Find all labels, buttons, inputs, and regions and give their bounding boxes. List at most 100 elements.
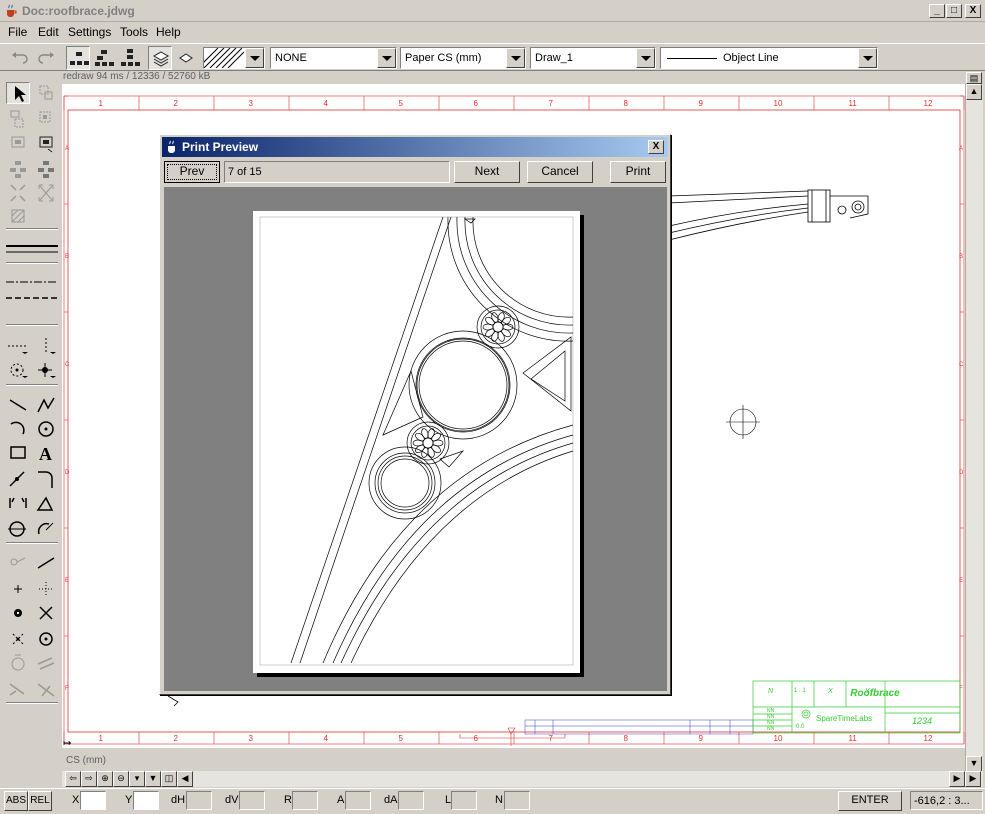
enter-button[interactable]: ENTER (838, 791, 902, 811)
break-tool[interactable] (6, 492, 30, 514)
redo-button[interactable] (34, 46, 58, 70)
scroll-down-button[interactable]: ▼ (966, 756, 982, 772)
rectangle-tool[interactable] (6, 442, 30, 464)
offset-tool[interactable] (6, 518, 30, 540)
dv-input[interactable] (239, 791, 265, 810)
a-input[interactable] (345, 791, 371, 810)
scroll-right-button[interactable]: ▶ (949, 771, 965, 787)
scroll-left-button[interactable]: ◀ (177, 771, 193, 787)
chamfer-tool[interactable] (34, 492, 58, 514)
node-snap-tool[interactable] (6, 602, 30, 624)
l-input[interactable] (451, 791, 477, 810)
fillet-tool[interactable] (34, 468, 58, 490)
r-input[interactable] (292, 791, 318, 810)
zoom-in-icon[interactable]: ⊕ (97, 771, 113, 787)
insert-block-tool[interactable] (34, 132, 58, 154)
chevron-down-icon[interactable] (245, 48, 264, 68)
split-view-icon[interactable]: ◫ (161, 771, 177, 787)
shrink-tool[interactable] (6, 182, 30, 204)
block-tool[interactable] (6, 132, 30, 154)
zoom-menu-icon[interactable]: ▾ (129, 771, 145, 787)
chevron-down-icon[interactable] (858, 48, 877, 68)
zoom-dropdown-icon[interactable]: ▼ (145, 771, 161, 787)
hierarchy-tool[interactable] (6, 158, 30, 180)
abs-button[interactable]: ABS (4, 791, 28, 811)
ray-tool[interactable] (34, 552, 58, 574)
center-snap-tool[interactable] (34, 628, 58, 650)
horizontal-scrollbar[interactable]: ⇦ ⇨ ⊕ ⊖ ▾ ▼ ◫ ◀ ▶ ▶ (62, 771, 983, 787)
polyline-tool[interactable] (34, 394, 58, 416)
maximize-button[interactable]: □ (946, 4, 962, 18)
split-icon[interactable]: ▤ (966, 72, 982, 84)
ruler-bottom-label: 3 (249, 734, 254, 743)
tool-palette: A (0, 72, 62, 712)
chevron-down-icon[interactable] (377, 48, 396, 68)
perpendicular-snap-tool[interactable] (6, 678, 30, 700)
layers-button[interactable] (148, 46, 172, 70)
point-tool[interactable] (6, 552, 30, 574)
select-window-tool[interactable] (34, 82, 58, 104)
line-type-select[interactable]: Object Line (660, 47, 878, 69)
layer-view-3-button[interactable] (118, 46, 142, 70)
deselect-tool[interactable] (34, 108, 58, 130)
menu-edit[interactable]: Edit (38, 25, 59, 39)
line-thick-tool[interactable] (6, 238, 58, 260)
da-input[interactable] (398, 791, 424, 810)
quadrant-snap-tool[interactable] (6, 652, 30, 674)
chevron-down-icon[interactable] (636, 48, 655, 68)
midpoint-snap-tool[interactable] (6, 628, 30, 650)
close-button[interactable]: X (965, 4, 981, 18)
minimize-button[interactable]: _ (929, 4, 945, 18)
horizontal-dim-tool[interactable] (6, 336, 30, 358)
n-input[interactable] (504, 791, 530, 810)
layer-view-2-button[interactable] (92, 46, 116, 70)
hatch-tool[interactable] (6, 206, 30, 228)
y-input[interactable] (133, 791, 159, 810)
tangent-snap-tool[interactable] (34, 678, 58, 700)
coord-system-select[interactable]: Paper CS (mm) (400, 47, 526, 69)
next-button[interactable]: Next (454, 161, 520, 183)
line-dashed-tool[interactable] (6, 288, 58, 310)
trim-tool[interactable] (6, 468, 30, 490)
vertical-dim-tool[interactable] (34, 336, 58, 358)
tangent-tool[interactable] (34, 518, 58, 540)
hierarchy-edit-tool[interactable] (34, 158, 58, 180)
vertical-scrollbar[interactable]: ▤ ▲ ▼ (965, 72, 983, 772)
expand-tool[interactable] (34, 182, 58, 204)
menu-settings[interactable]: Settings (68, 25, 111, 39)
parallel-snap-tool[interactable] (34, 652, 58, 674)
undo-button[interactable] (8, 46, 32, 70)
intersection-snap-tool[interactable] (34, 602, 58, 624)
grid-snap-tool[interactable] (34, 578, 58, 600)
layer-view-1-button[interactable] (66, 46, 90, 70)
select-all-tool[interactable] (6, 108, 30, 130)
zoom-out-icon[interactable]: ⊖ (113, 771, 129, 787)
dh-input[interactable] (186, 791, 212, 810)
scroll-right-end-button[interactable]: ▶ (965, 771, 981, 787)
diamond-layer-button[interactable] (174, 46, 198, 70)
snap-tool[interactable] (34, 360, 58, 382)
text-tool[interactable]: A (34, 442, 58, 464)
cancel-button[interactable]: Cancel (527, 161, 593, 183)
arc-tool[interactable] (6, 418, 30, 440)
cross-snap-tool[interactable] (6, 578, 30, 600)
x-input[interactable] (80, 791, 106, 810)
rel-button[interactable]: REL (28, 791, 52, 811)
chevron-down-icon[interactable] (506, 48, 525, 68)
menu-file[interactable]: File (8, 25, 27, 39)
scroll-up-button[interactable]: ▲ (966, 84, 982, 100)
line-tool[interactable] (6, 394, 30, 416)
circle-tool[interactable] (34, 418, 58, 440)
page-left-icon[interactable]: ⇦ (65, 771, 81, 787)
hatch-pattern-select[interactable] (203, 47, 265, 69)
center-tool[interactable] (6, 360, 30, 382)
drawing-select[interactable]: Draw_1 (530, 47, 656, 69)
select-tool[interactable] (6, 82, 30, 104)
fill-select[interactable]: NONE (270, 47, 397, 69)
menu-tools[interactable]: Tools (120, 25, 148, 39)
print-button[interactable]: Print (610, 161, 666, 183)
page-right-icon[interactable]: ⇨ (81, 771, 97, 787)
dialog-close-button[interactable]: X (648, 140, 664, 154)
prev-button[interactable]: Prev (164, 161, 220, 183)
menu-help[interactable]: Help (156, 25, 181, 39)
